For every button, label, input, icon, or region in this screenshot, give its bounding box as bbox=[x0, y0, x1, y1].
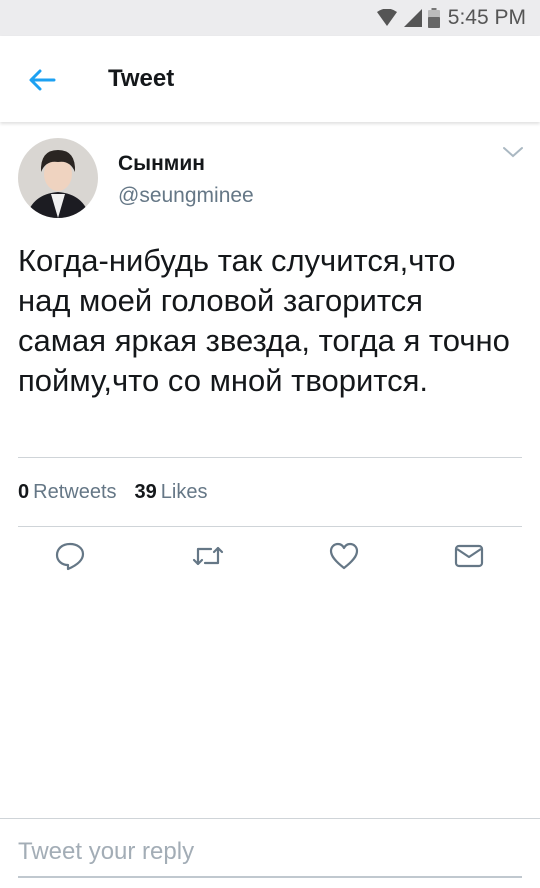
envelope-icon bbox=[454, 544, 484, 568]
tweet-text: Когда-нибудь так случится,что над моей г… bbox=[18, 243, 510, 398]
wifi-icon bbox=[376, 9, 397, 26]
reply-divider bbox=[0, 818, 540, 819]
avatar[interactable] bbox=[18, 138, 98, 218]
likes-stat[interactable]: 39 Likes bbox=[135, 481, 208, 504]
heart-icon bbox=[329, 542, 359, 570]
status-bar: 5:45 PM bbox=[0, 0, 540, 36]
reply-input[interactable]: Tweet your reply bbox=[18, 838, 522, 866]
like-button[interactable] bbox=[326, 538, 362, 574]
divider bbox=[18, 457, 522, 458]
page-title: Tweet bbox=[108, 65, 175, 92]
chevron-down-icon bbox=[503, 147, 523, 158]
reply-input-underline bbox=[18, 876, 522, 878]
signal-icon bbox=[403, 9, 422, 27]
arrow-left-icon bbox=[29, 69, 56, 91]
direct-message-button[interactable] bbox=[451, 538, 487, 574]
retweets-stat[interactable]: 0 Retweets bbox=[18, 481, 117, 504]
tweet-actions bbox=[0, 538, 540, 574]
retweets-label: Retweets bbox=[33, 481, 117, 503]
back-button[interactable] bbox=[26, 64, 58, 96]
reply-button[interactable] bbox=[52, 538, 88, 574]
retweets-count: 0 bbox=[18, 481, 30, 503]
likes-label: Likes bbox=[160, 481, 208, 503]
app-bar: Tweet bbox=[0, 36, 540, 122]
tweet-stats: 0 Retweets 39 Likes bbox=[18, 481, 207, 504]
status-time: 5:45 PM bbox=[447, 6, 526, 29]
status-icons bbox=[376, 8, 440, 28]
divider bbox=[18, 526, 522, 527]
more-options-button[interactable] bbox=[500, 142, 526, 162]
retweet-button[interactable] bbox=[190, 538, 226, 574]
author-handle[interactable]: @seungminee bbox=[118, 184, 254, 208]
avatar-image bbox=[18, 138, 98, 218]
likes-count: 39 bbox=[134, 481, 157, 503]
reply-icon bbox=[55, 542, 85, 571]
battery-icon bbox=[427, 8, 440, 28]
retweet-icon bbox=[192, 546, 224, 566]
author-name[interactable]: Сынмин bbox=[118, 152, 205, 176]
